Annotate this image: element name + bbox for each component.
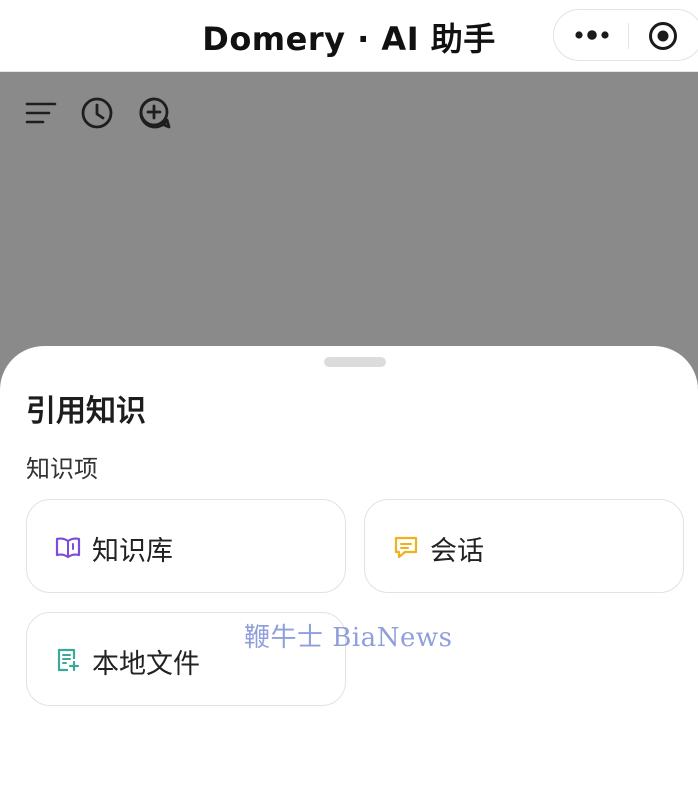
history-clock-icon[interactable] — [80, 96, 114, 130]
cite-knowledge-sheet: 引用知识 知识项 知识库 会话 本地文件 — [0, 346, 698, 794]
sheet-title: 引用知识 — [26, 394, 146, 429]
option-label: 知识库 — [92, 536, 173, 567]
chat-bubble-icon — [394, 536, 418, 559]
book-icon — [55, 537, 81, 559]
sheet-drag-handle[interactable] — [324, 357, 386, 367]
more-options-icon[interactable] — [574, 25, 610, 45]
capsule-divider — [628, 23, 629, 49]
file-add-icon — [57, 648, 80, 672]
watermark: 鞭牛士 BiaNews — [244, 623, 453, 653]
option-label: 本地文件 — [92, 649, 200, 680]
top-bar: Domery · AI 助手 — [0, 0, 698, 72]
new-chat-plus-icon[interactable] — [138, 96, 172, 130]
menu-icon[interactable] — [24, 96, 58, 130]
section-label: 知识项 — [26, 455, 98, 483]
option-conversation[interactable]: 会话 — [364, 499, 684, 593]
close-miniprogram-icon[interactable] — [648, 21, 678, 51]
option-knowledge-base[interactable]: 知识库 — [26, 499, 346, 593]
mini-program-capsule — [553, 9, 698, 61]
option-label: 会话 — [430, 536, 484, 567]
